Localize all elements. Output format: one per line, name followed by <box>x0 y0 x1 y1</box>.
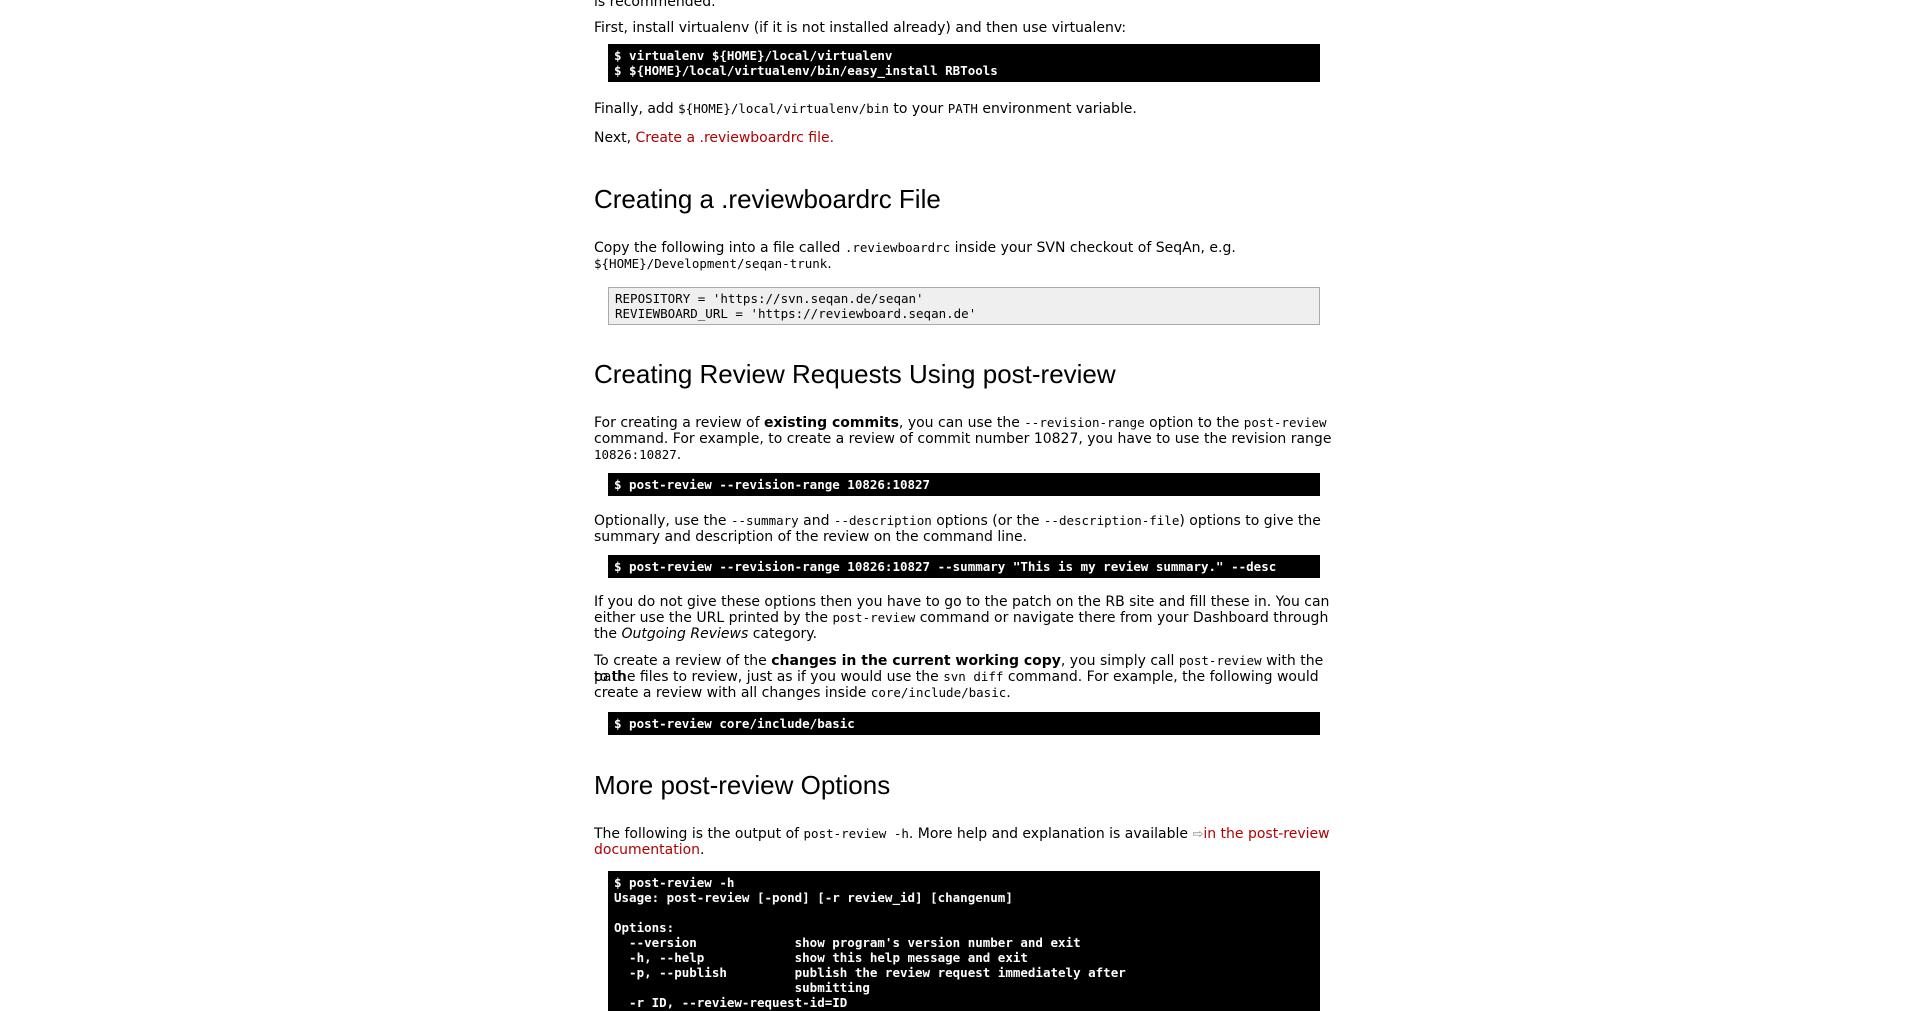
p1-text-b: , you can use the <box>898 415 1025 431</box>
help-text-c: . <box>700 842 705 858</box>
recommended-text: is recommended. <box>594 0 716 10</box>
copy-filename-code: .reviewboardrc <box>844 240 951 255</box>
p4-text-b: , you simply call <box>1060 653 1179 669</box>
p3-text-e: category. <box>748 626 818 642</box>
summary-code-block: $ post-review --revision-range 10826:108… <box>608 555 1320 578</box>
post-review-docs-link-cont[interactable]: documentation <box>594 842 700 858</box>
help-code: post-review -h <box>803 826 909 841</box>
p1-code3: 10826:10827 <box>594 447 677 462</box>
p4-text-f: create a review with all changes inside <box>594 685 871 701</box>
next-paragraph: Next, Create a .reviewboardrc file. <box>594 130 834 146</box>
p2-text-b: and <box>798 513 834 529</box>
finally-path-code: ${HOME}/local/virtualenv/bin <box>678 101 889 116</box>
working-copy-line2: to the files to review, just as if you w… <box>594 669 1319 685</box>
install-code-block: $ virtualenv ${HOME}/local/virtualenv $ … <box>608 44 1320 82</box>
p2-text-a: Optionally, use the <box>594 513 731 529</box>
copy-paragraph-line2: ${HOME}/Development/seqan-trunk. <box>594 256 832 272</box>
p1-text-e: . <box>676 447 682 463</box>
p4-text-g: . <box>1006 685 1011 701</box>
finally-text-pre: Finally, add <box>594 101 679 117</box>
help-output-code-block: $ post-review -h Usage: post-review [-po… <box>608 871 1320 1011</box>
summary-paragraph: Optionally, use the --summary and --desc… <box>594 513 1321 529</box>
copy-text-pre: Copy the following into a file called <box>594 240 845 256</box>
help-output-line2: documentation. <box>594 842 705 858</box>
install-paragraph: First, install virtualenv (if it is not … <box>594 20 1127 36</box>
p3-text-d: the <box>594 626 622 642</box>
p2-code: --summary <box>730 513 799 528</box>
p2-text-c: options (or the <box>931 513 1044 529</box>
options-note-line1: If you do not give these options then yo… <box>594 594 1330 610</box>
external-link-icon: ⇨ <box>1192 827 1204 842</box>
finally-env-code: PATH <box>947 101 978 116</box>
p4-text-a: To create a review of the <box>594 653 772 669</box>
existing-commits-line3: 10826:10827. <box>594 447 681 463</box>
outgoing-reviews-em: Outgoing Reviews <box>621 626 749 642</box>
p1-text-a: For creating a review of <box>594 415 764 431</box>
p4-code: post-review <box>1178 653 1262 668</box>
heading-more-options: More post-review Options <box>594 770 891 800</box>
finally-paragraph: Finally, add ${HOME}/local/virtualenv/bi… <box>594 101 1137 117</box>
p2-code2: --description <box>833 513 932 528</box>
finally-text-mid: to your <box>888 101 948 117</box>
help-text-a: The following is the output of <box>594 826 804 842</box>
copy-paragraph: Copy the following into a file called .r… <box>594 240 1236 256</box>
working-copy-code-block: $ post-review core/include/basic <box>608 712 1320 735</box>
help-text-b: . More help and explanation is available <box>908 826 1193 842</box>
options-note-line2: either use the URL printed by the post-r… <box>594 610 1328 626</box>
existing-commits-line2: command. For example, to create a review… <box>594 431 1332 447</box>
p2-code3: --description-file <box>1043 513 1180 528</box>
revision-range-code-block: $ post-review --revision-range 10826:108… <box>608 473 1320 496</box>
reviewboardrc-code-block: REPOSITORY = 'https://svn.seqan.de/seqan… <box>608 287 1320 325</box>
p1-code2: post-review <box>1243 415 1327 430</box>
p4-code2: svn diff <box>943 669 1004 684</box>
heading-review-requests: Creating Review Requests Using post-revi… <box>594 359 1116 389</box>
p4-bold: changes in the current working copy <box>771 653 1061 669</box>
p1-text-c: option to the <box>1144 415 1244 431</box>
p3-code: post-review <box>832 610 916 625</box>
p4-code3: core/include/basic <box>870 685 1007 700</box>
p1-bold: existing commits <box>763 415 899 431</box>
p3-text-b: either use the URL printed by the <box>594 610 833 626</box>
summary-paragraph-line2: summary and description of the review on… <box>594 529 1028 545</box>
help-output-paragraph: The following is the output of post-revi… <box>594 826 1330 843</box>
copy-text-mid: inside your SVN checkout of SeqAn, e.g. <box>950 240 1236 256</box>
copy-text-post: . <box>827 256 832 272</box>
post-review-docs-link[interactable]: in the post-review <box>1203 826 1329 842</box>
options-note-line3: the Outgoing Reviews category. <box>594 626 817 642</box>
p1-code: --revision-range <box>1024 415 1145 430</box>
working-copy-line3: create a review with all changes inside … <box>594 685 1011 701</box>
copy-path-code: ${HOME}/Development/seqan-trunk <box>594 256 828 271</box>
p2-text-d: ) options to give the <box>1179 513 1321 529</box>
existing-commits-paragraph: For creating a review of existing commit… <box>594 415 1327 431</box>
p4-text-d: to the files to review, just as if you w… <box>594 669 944 685</box>
p3-text-c: command or navigate there from your Dash… <box>915 610 1329 626</box>
heading-reviewboardrc: Creating a .reviewboardrc File <box>594 184 941 214</box>
p4-text-e: command. For example, the following woul… <box>1003 669 1319 685</box>
next-text: Next, <box>594 130 636 146</box>
finally-text-post: environment variable. <box>977 101 1137 117</box>
create-reviewboardrc-link[interactable]: Create a .reviewboardrc file. <box>636 130 835 146</box>
